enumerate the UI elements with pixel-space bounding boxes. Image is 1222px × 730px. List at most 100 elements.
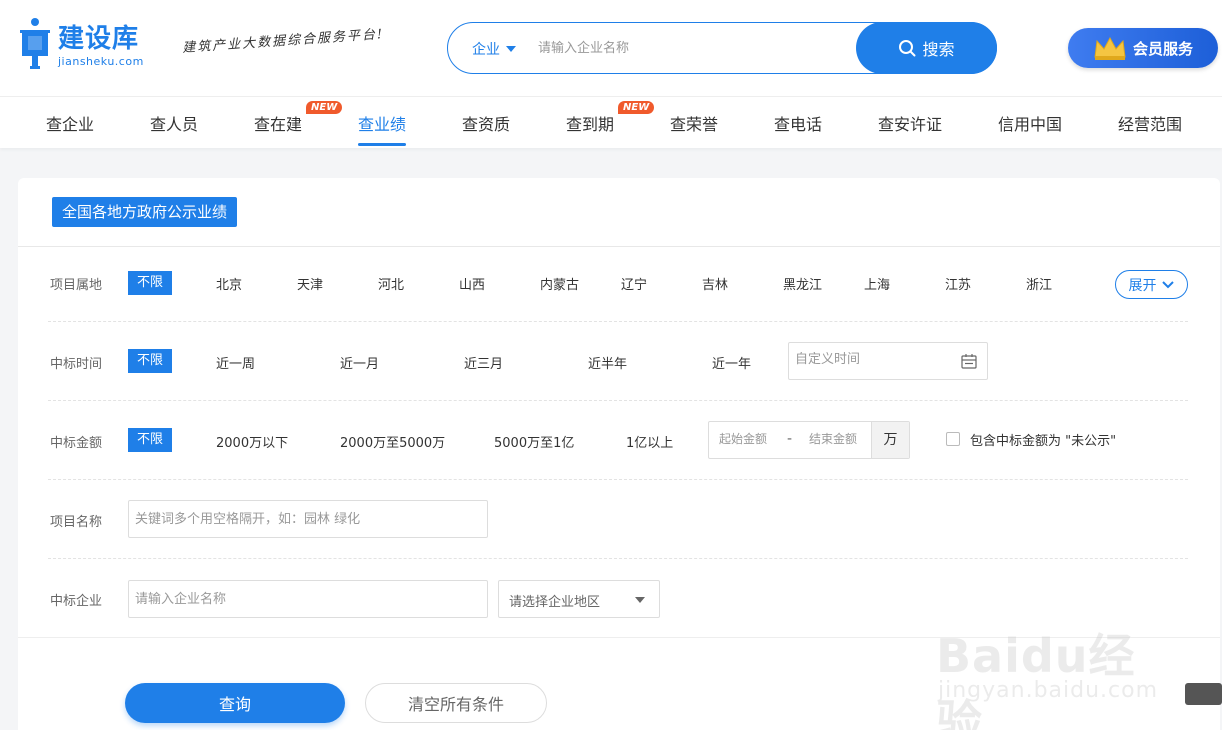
- search-icon: [899, 40, 916, 57]
- region-option[interactable]: 吉林: [702, 274, 728, 293]
- region-option[interactable]: 浙江: [1026, 274, 1052, 293]
- calendar-icon: [961, 354, 977, 369]
- nav-label: 查荣誉: [670, 115, 719, 134]
- amount-separator: -: [787, 431, 793, 447]
- nav-item-business-scope[interactable]: 经营范围: [1118, 111, 1182, 135]
- caret-down-icon: [506, 46, 516, 52]
- time-option[interactable]: 近一年: [712, 353, 751, 372]
- app-tray-icon[interactable]: [1185, 683, 1222, 705]
- watermark-sub: jingyan.baidu.com: [938, 678, 1159, 703]
- winner-region-select[interactable]: 请选择企业地区: [498, 580, 660, 618]
- search-button-label: 搜索: [922, 40, 955, 59]
- nav-item-credit-china[interactable]: 信用中国: [998, 111, 1062, 135]
- region-option[interactable]: 上海: [864, 274, 890, 293]
- search-bar: 企业 搜索: [447, 22, 997, 74]
- search-button[interactable]: 搜索: [856, 22, 997, 74]
- time-option[interactable]: 近一周: [216, 353, 255, 372]
- nav-label: 查电话: [774, 115, 823, 134]
- watermark-main: Baidu经验: [936, 629, 1136, 730]
- divider: [48, 400, 1188, 401]
- nav-label: 查在建: [254, 115, 303, 134]
- clear-all-button[interactable]: 清空所有条件: [365, 683, 547, 723]
- new-badge: NEW: [306, 101, 343, 114]
- search-type-select[interactable]: 企业: [472, 39, 516, 59]
- crown-icon: [1094, 36, 1126, 60]
- caret-down-icon: [635, 597, 645, 603]
- nav-label: 查到期: [566, 115, 615, 134]
- nav-label: 信用中国: [998, 115, 1063, 134]
- panel-tag: 全国各地方政府公示业绩: [52, 197, 238, 227]
- chevron-down-icon: [1161, 280, 1174, 288]
- baidu-watermark: Baidu经验 jingyan.baidu.com: [936, 600, 1166, 730]
- region-label: 项目属地: [50, 278, 103, 293]
- region-option[interactable]: 辽宁: [621, 274, 647, 293]
- project-name-label: 项目名称: [50, 515, 103, 530]
- include-unpublished-checkbox[interactable]: [946, 432, 960, 446]
- divider: [48, 321, 1188, 322]
- search-type-label: 企业: [472, 42, 500, 58]
- vip-service-button[interactable]: 会员服务: [1068, 28, 1218, 68]
- search-input[interactable]: [538, 36, 838, 60]
- logo-domain: jiansheku.com: [58, 55, 144, 68]
- divider: [48, 558, 1188, 559]
- amount-end-input[interactable]: [809, 432, 874, 446]
- amount-option[interactable]: 5000万至1亿: [494, 432, 574, 451]
- nav-item-phone[interactable]: 查电话: [774, 111, 822, 135]
- amount-range-field: - 万: [708, 421, 910, 459]
- region-option[interactable]: 天津: [297, 274, 323, 293]
- query-button[interactable]: 查询: [125, 683, 345, 723]
- amount-option-any[interactable]: 不限: [128, 428, 172, 452]
- custom-time-field[interactable]: [788, 342, 988, 380]
- nav-label: 经营范围: [1118, 115, 1183, 134]
- time-option[interactable]: 近一月: [340, 353, 379, 372]
- vip-button-label: 会员服务: [1132, 39, 1193, 58]
- nav-label: 查业绩: [358, 115, 407, 134]
- nav-item-company[interactable]: 查企业: [46, 111, 94, 135]
- region-option[interactable]: 黑龙江: [783, 274, 822, 293]
- nav-label: 查人员: [150, 115, 199, 134]
- nav-item-safety-license[interactable]: 查安许证: [878, 111, 942, 135]
- nav-label: 查安许证: [878, 115, 943, 134]
- nav-item-honor[interactable]: 查荣誉: [670, 111, 718, 135]
- nav-label: 查资质: [462, 115, 511, 134]
- expand-button[interactable]: 展开: [1115, 270, 1188, 299]
- nav-item-qualification[interactable]: 查资质: [462, 111, 510, 135]
- time-option-any[interactable]: 不限: [128, 349, 172, 373]
- time-option[interactable]: 近半年: [588, 353, 627, 372]
- site-header: 建设库 jiansheku.com 建筑产业大数据综合服务平台! 企业 搜索 会…: [0, 0, 1222, 96]
- include-unpublished-label[interactable]: 包含中标金额为 "未公示": [970, 430, 1116, 449]
- region-option[interactable]: 江苏: [945, 274, 971, 293]
- nav-item-expiry[interactable]: 查到期 NEW: [566, 101, 655, 135]
- divider: [48, 479, 1188, 480]
- divider: [18, 246, 1220, 247]
- time-label: 中标时间: [50, 357, 103, 372]
- custom-time-input[interactable]: [795, 352, 945, 367]
- region-option[interactable]: 内蒙古: [540, 274, 579, 293]
- region-option-any[interactable]: 不限: [128, 271, 172, 295]
- nav-label: 查企业: [46, 115, 95, 134]
- logo-text: 建设库: [58, 24, 140, 54]
- new-badge: NEW: [618, 101, 655, 114]
- amount-label: 中标金额: [50, 436, 103, 451]
- slogan: 建筑产业大数据综合服务平台!: [181, 26, 385, 57]
- amount-start-input[interactable]: [719, 432, 784, 446]
- winner-region-placeholder: 请选择企业地区: [509, 595, 601, 610]
- nav-item-performance[interactable]: 查业绩: [358, 111, 407, 146]
- winner-company-input[interactable]: [128, 580, 488, 618]
- region-option[interactable]: 河北: [378, 274, 404, 293]
- expand-label: 展开: [1128, 277, 1157, 294]
- winner-label: 中标企业: [50, 594, 103, 609]
- amount-option[interactable]: 2000万至5000万: [340, 432, 445, 451]
- nav-item-personnel[interactable]: 查人员: [150, 111, 198, 135]
- project-name-input[interactable]: [128, 500, 488, 538]
- amount-option[interactable]: 2000万以下: [216, 432, 288, 451]
- region-option[interactable]: 山西: [459, 274, 485, 293]
- nav-item-under-construction[interactable]: 查在建 NEW: [254, 101, 343, 135]
- logo-icon: [20, 18, 50, 69]
- main-nav: 查企业 查人员 查在建 NEW 查业绩 查资质 查到期 NEW 查荣誉 查电话 查安…: [0, 96, 1222, 148]
- time-option[interactable]: 近三月: [464, 353, 503, 372]
- amount-unit: 万: [871, 422, 909, 458]
- site-logo[interactable]: 建设库 jiansheku.com: [18, 16, 148, 72]
- region-option[interactable]: 北京: [216, 274, 242, 293]
- amount-option[interactable]: 1亿以上: [626, 432, 673, 451]
